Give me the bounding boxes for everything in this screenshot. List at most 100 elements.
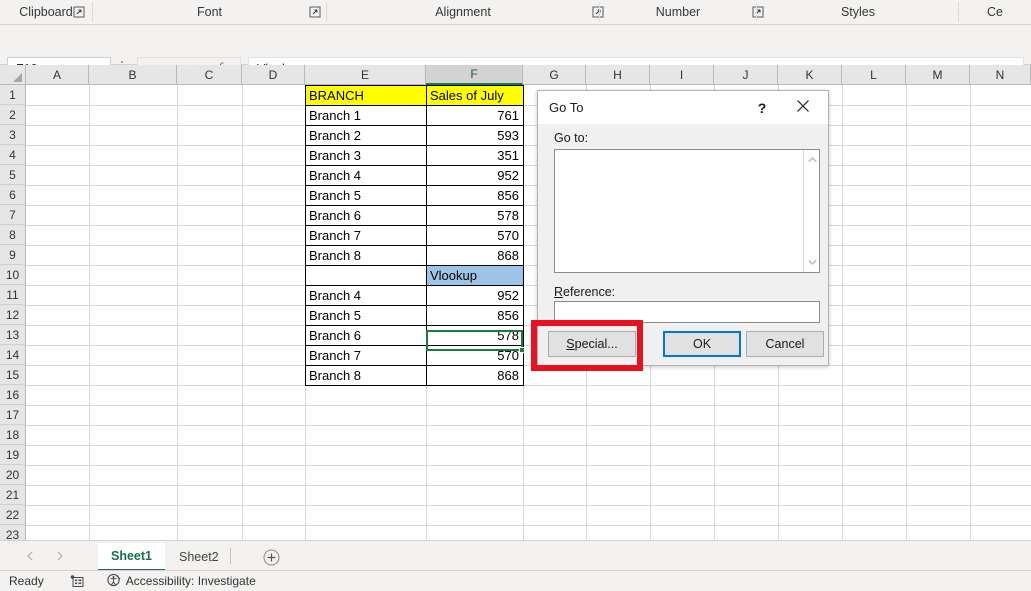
dialog-close-button[interactable] [786,96,820,120]
column-header-g[interactable]: G [523,65,586,85]
add-sheet-button[interactable] [260,546,282,568]
cell-F1[interactable]: Sales of July [426,85,524,106]
cell-E3[interactable]: Branch 2 [305,125,427,146]
dialog-title-bar[interactable]: Go To [538,91,828,124]
row-header-8[interactable]: 8 [0,225,26,245]
cell-E11[interactable]: Branch 4 [305,285,427,306]
row-header-23[interactable]: 23 [0,525,26,540]
cell-F11[interactable]: 952 [426,285,524,306]
column-header-l[interactable]: L [842,65,906,85]
column-header-a[interactable]: A [26,65,89,85]
cell-F13[interactable]: 578 [426,325,524,346]
column-header-k[interactable]: K [778,65,842,85]
cell-F14[interactable]: 570 [426,345,524,366]
accessibility-status[interactable]: Accessibility: Investigate [107,573,256,590]
dialog-help-button[interactable]: ? [751,98,773,118]
column-header-n[interactable]: N [970,65,1031,85]
cell-E9[interactable]: Branch 8 [305,245,427,266]
ok-button[interactable]: OK [663,331,741,357]
row-header-16[interactable]: 16 [0,385,26,405]
column-header-i[interactable]: I [650,65,714,85]
cell-F15[interactable]: 868 [426,365,524,386]
select-all-corner[interactable] [0,65,26,85]
cell-E13[interactable]: Branch 6 [305,325,427,346]
cell-F7[interactable]: 578 [426,205,524,226]
column-header-c[interactable]: C [177,65,242,85]
record-macro-icon[interactable] [70,574,85,588]
column-header-e[interactable]: E [305,65,426,85]
goto-listbox[interactable] [554,149,820,273]
cell-F2[interactable]: 761 [426,105,524,126]
cell-E12[interactable]: Branch 5 [305,305,427,326]
gridline-horizontal [26,245,1031,246]
cancel-button-label: Cancel [765,337,805,351]
row-header-3[interactable]: 3 [0,125,26,145]
cell-E5[interactable]: Branch 4 [305,165,427,186]
gridline-horizontal [26,105,1031,106]
cell-F5[interactable]: 952 [426,165,524,186]
cancel-button[interactable]: Cancel [746,331,824,357]
ribbon-group-cells[interactable]: Ce [959,0,1031,24]
ribbon-group-alignment[interactable]: Alignment [327,0,599,24]
ribbon-group-font[interactable]: Font [93,0,326,24]
column-header-j[interactable]: J [714,65,778,85]
column-header-m[interactable]: M [906,65,970,85]
cell-E7[interactable]: Branch 6 [305,205,427,226]
cell-E2[interactable]: Branch 1 [305,105,427,126]
column-header-h[interactable]: H [586,65,650,85]
cell-F12[interactable]: 856 [426,305,524,326]
sheet-tab-sheet2[interactable]: Sheet2 [166,543,232,571]
cell-E14[interactable]: Branch 7 [305,345,427,366]
chevron-up-icon[interactable] [804,152,820,168]
cell-E4[interactable]: Branch 3 [305,145,427,166]
row-header-2[interactable]: 2 [0,105,26,125]
gridline-horizontal [26,385,1031,386]
row-header-4[interactable]: 4 [0,145,26,165]
row-header-15[interactable]: 15 [0,365,26,385]
row-header-14[interactable]: 14 [0,345,26,365]
column-header-d[interactable]: D [242,65,305,85]
chevron-down-icon[interactable] [804,254,820,270]
column-header-label: F [470,67,478,81]
cell-E1[interactable]: BRANCH [305,85,427,106]
row-header-20[interactable]: 20 [0,465,26,485]
nav-prev-sheet-button[interactable] [20,547,40,565]
cell-E15[interactable]: Branch 8 [305,365,427,386]
cell-F8[interactable]: 570 [426,225,524,246]
column-header-f[interactable]: F [426,65,523,85]
row-header-13[interactable]: 13 [0,325,26,345]
cell-E6[interactable]: Branch 5 [305,185,427,206]
row-header-9[interactable]: 9 [0,245,26,265]
goto-label: Go to: [554,131,589,145]
row-header-11[interactable]: 11 [0,285,26,305]
cell-F3[interactable]: 593 [426,125,524,146]
sheet-tab-sheet1[interactable]: Sheet1 [98,543,165,571]
clipboard-dialog-launcher-icon[interactable] [73,6,85,18]
nav-next-sheet-button[interactable] [50,547,70,565]
cell-F6[interactable]: 856 [426,185,524,206]
cell-F9[interactable]: 868 [426,245,524,266]
cell-F10[interactable]: Vlookup [426,265,524,286]
row-header-19[interactable]: 19 [0,445,26,465]
ribbon-group-styles[interactable]: Styles [758,0,958,24]
spreadsheet-grid[interactable]: ABCDEFGHIJKLMN 1 2 3 4 5 6 7 8 9 10 11 12 13 14 15 16 17… [0,65,1031,540]
column-header-b[interactable]: B [89,65,177,85]
cell-F4[interactable]: 351 [426,145,524,166]
row-header-6[interactable]: 6 [0,185,26,205]
row-header-1[interactable]: 1 [0,85,26,105]
row-header-10[interactable]: 10 [0,265,26,285]
row-header-5[interactable]: 5 [0,165,26,185]
row-header-22[interactable]: 22 [0,505,26,525]
row-header-7[interactable]: 7 [0,205,26,225]
formula-bar-row: F10 fx Vlookup [0,25,1031,81]
ribbon-group-number[interactable]: Number [600,0,756,24]
cell-E10[interactable] [305,265,427,286]
fill-handle[interactable] [519,347,525,353]
row-header-21[interactable]: 21 [0,485,26,505]
cell-E8[interactable]: Branch 7 [305,225,427,246]
row-header-17[interactable]: 17 [0,405,26,425]
font-dialog-launcher-icon[interactable] [309,6,321,18]
row-header-12[interactable]: 12 [0,305,26,325]
listbox-scrollbar[interactable] [803,150,819,272]
row-header-18[interactable]: 18 [0,425,26,445]
